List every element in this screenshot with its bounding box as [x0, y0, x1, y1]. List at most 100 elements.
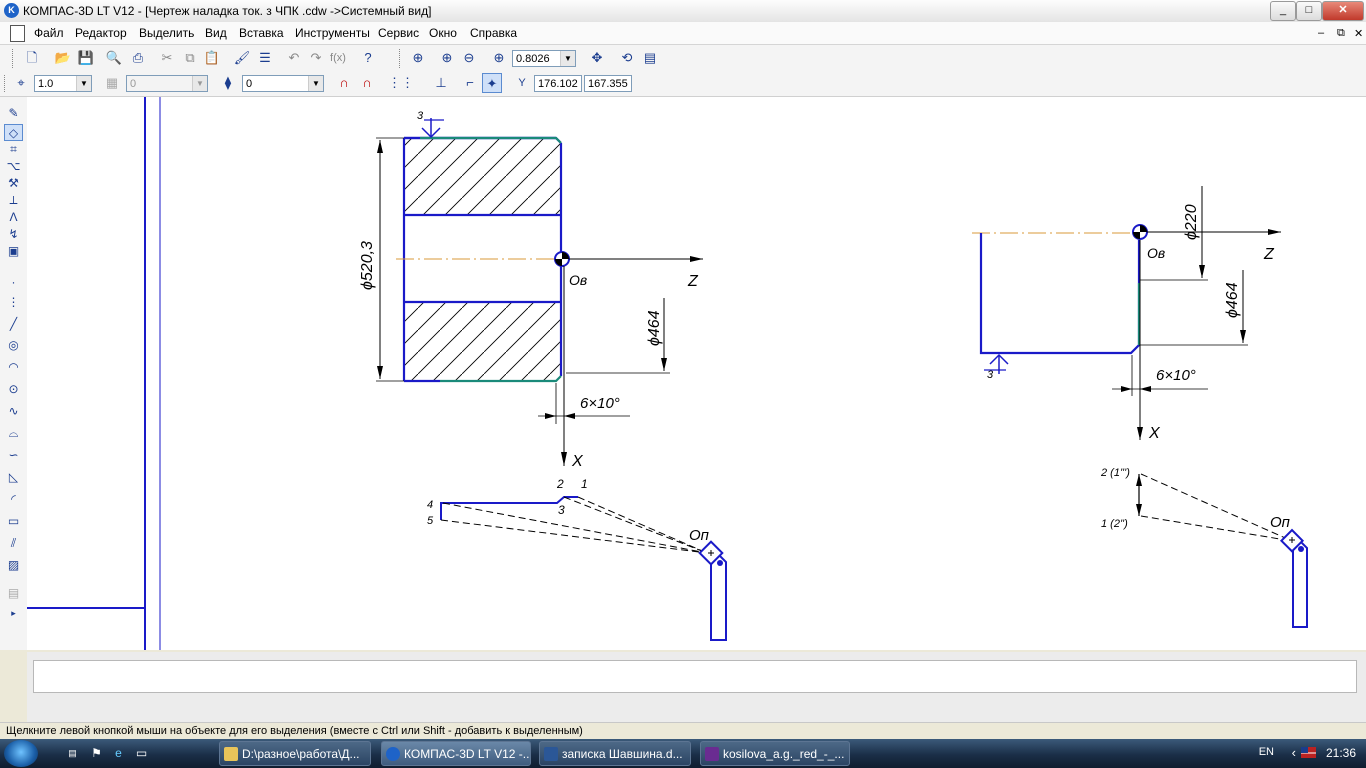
task-word[interactable]: записка Шавшина.d...: [539, 741, 691, 766]
select-panel-icon[interactable]: Λ: [4, 209, 23, 226]
switch-windows-icon[interactable]: ▭: [133, 745, 150, 762]
redo-icon[interactable]: ↷: [306, 48, 326, 68]
coord-x-field[interactable]: 176.102: [534, 75, 582, 92]
menu-service[interactable]: Сервис: [378, 26, 419, 40]
cut-icon[interactable]: ✂: [157, 48, 177, 68]
help-icon[interactable]: ?: [358, 48, 378, 68]
chevron-down-icon[interactable]: ▼: [560, 51, 575, 66]
edit-panel-icon[interactable]: ◇: [4, 124, 23, 141]
point-icon[interactable]: ·: [4, 274, 23, 291]
toolbar-grip[interactable]: [12, 49, 16, 68]
arc-icon[interactable]: ◠: [4, 359, 23, 376]
zoom-combo[interactable]: 0.8026 ▼: [512, 50, 576, 67]
coord-y-field[interactable]: 167.355: [584, 75, 632, 92]
print-icon[interactable]: ⎙: [128, 48, 148, 68]
menu-insert[interactable]: Вставка: [239, 26, 284, 40]
round-icon[interactable]: ✦: [482, 73, 502, 93]
style-combo[interactable]: 0 ▼: [242, 75, 324, 92]
bezier-icon[interactable]: ∽: [4, 447, 23, 464]
maximize-button[interactable]: □: [1296, 1, 1322, 21]
mdi-close-button[interactable]: ✕: [1354, 27, 1363, 40]
clock[interactable]: 21:36: [1326, 746, 1356, 760]
spec-panel-icon[interactable]: ↯: [4, 226, 23, 243]
chevron-down-icon[interactable]: ▼: [192, 76, 207, 91]
dimensions-panel-icon[interactable]: ⌗: [4, 141, 23, 158]
document-icon[interactable]: [10, 25, 25, 42]
menu-tools[interactable]: Инструменты: [295, 26, 370, 40]
refresh-icon[interactable]: ⟲: [617, 48, 637, 68]
mdi-minimize-button[interactable]: –: [1318, 27, 1324, 39]
drawing-svg[interactable]: Z Oв X 3 ϕ520,3 ϕ464 6×10° 2 1 3 4 5 Oп …: [27, 97, 1366, 650]
chamfer-icon[interactable]: ◺: [4, 469, 23, 486]
layer-combo[interactable]: 0 ▼: [126, 75, 208, 92]
print-preview-icon[interactable]: 🔍: [104, 48, 124, 68]
toolbar-grip[interactable]: [4, 75, 8, 92]
step-combo[interactable]: 1.0 ▼: [34, 75, 92, 92]
style-icon[interactable]: ⧫: [218, 73, 238, 93]
language-indicator[interactable]: EN: [1259, 746, 1274, 758]
properties-icon[interactable]: ☰: [255, 48, 275, 68]
polyline-icon[interactable]: ⌓: [4, 425, 23, 442]
measure-panel-icon[interactable]: ⟂: [4, 192, 23, 209]
menu-edit[interactable]: Редактор: [75, 26, 127, 40]
zoom-in-icon[interactable]: ⊕: [437, 48, 457, 68]
close-button[interactable]: ✕: [1322, 1, 1364, 21]
cursor-step-icon[interactable]: ⌖: [11, 73, 31, 93]
snap-magnet-icon[interactable]: ∩: [334, 73, 354, 93]
format-painter-icon[interactable]: 🖌: [232, 48, 252, 68]
chevron-down-icon[interactable]: ▼: [76, 76, 91, 91]
local-cs-icon[interactable]: ⊥: [431, 73, 451, 93]
zoom-scale-icon[interactable]: ⊕: [489, 48, 509, 68]
internet-explorer-icon[interactable]: e: [110, 745, 127, 762]
spline-icon[interactable]: ∿: [4, 403, 23, 420]
new-icon[interactable]: 🗋: [22, 48, 42, 68]
task-pdf[interactable]: kosilova_a.g._red_-_...: [700, 741, 850, 766]
chevron-left-icon[interactable]: ‹: [1292, 745, 1296, 760]
mdi-restore-button[interactable]: ⧉: [1337, 27, 1345, 40]
fillet-icon[interactable]: ◜: [4, 491, 23, 508]
quicklaunch-app-icon[interactable]: ⚑: [88, 745, 105, 762]
right-view[interactable]: Oв Z X ϕ220 ϕ464 3 6×10° 2 (1''') 1 (2''…: [972, 186, 1308, 628]
task-explorer[interactable]: D:\разное\работа\Д...: [219, 741, 371, 766]
local-snap-icon[interactable]: ∩: [357, 73, 377, 93]
properties-panel-body[interactable]: [33, 660, 1357, 693]
contour-icon[interactable]: ▤: [4, 585, 23, 602]
start-button[interactable]: [4, 740, 38, 767]
copy-icon[interactable]: ⧉: [180, 48, 200, 68]
function-icon[interactable]: f(x): [328, 48, 348, 68]
undo-icon[interactable]: ↶: [284, 48, 304, 68]
report-panel-icon[interactable]: ▣: [4, 243, 23, 260]
zoom-window-icon[interactable]: ⊕: [408, 48, 428, 68]
chevron-down-icon[interactable]: ▼: [308, 76, 323, 91]
symbols-panel-icon[interactable]: ⌥: [4, 158, 23, 175]
menu-window[interactable]: Окно: [429, 26, 457, 40]
toolbar-grip[interactable]: [399, 49, 403, 68]
expand-panel-icon[interactable]: ▸: [4, 605, 23, 622]
open-icon[interactable]: 📂: [53, 48, 73, 68]
segment-icon[interactable]: ╱: [4, 316, 23, 333]
circle-icon[interactable]: ◎: [4, 337, 23, 354]
left-view[interactable]: Z Oв X 3 ϕ520,3 ϕ464 6×10° 2 1 3 4 5 Oп: [359, 110, 727, 641]
layer-icon[interactable]: ▦: [102, 73, 122, 93]
save-icon[interactable]: 💾: [76, 48, 96, 68]
geometry-panel-icon[interactable]: ✎: [4, 105, 23, 122]
rectangle-icon[interactable]: ▭: [4, 513, 23, 530]
menu-help[interactable]: Справка: [470, 26, 517, 40]
pan-icon[interactable]: ✥: [587, 48, 607, 68]
drawing-canvas[interactable]: Z Oв X 3 ϕ520,3 ϕ464 6×10° 2 1 3 4 5 Oп …: [27, 97, 1366, 650]
paste-icon[interactable]: 📋: [202, 48, 222, 68]
menu-file[interactable]: Файл: [34, 26, 64, 40]
layers-icon[interactable]: ▤: [640, 48, 660, 68]
show-desktop-icon[interactable]: ▤: [64, 745, 81, 762]
aux-line-icon[interactable]: ⋮: [4, 294, 23, 311]
task-kompas[interactable]: КОМПАС-3D LT V12 -...: [381, 741, 531, 766]
zoom-out-icon[interactable]: ⊖: [459, 48, 479, 68]
kompas-app-icon[interactable]: K: [4, 3, 19, 18]
grid-icon[interactable]: ⋮⋮: [388, 73, 414, 93]
parametrization-panel-icon[interactable]: ⚒: [4, 175, 23, 192]
minimize-button[interactable]: _: [1270, 1, 1296, 21]
flag-icon[interactable]: [1301, 747, 1316, 758]
ellipse-icon[interactable]: ⊙: [4, 381, 23, 398]
ortho-icon[interactable]: ⌐: [460, 73, 480, 93]
menu-view[interactable]: Вид: [205, 26, 227, 40]
